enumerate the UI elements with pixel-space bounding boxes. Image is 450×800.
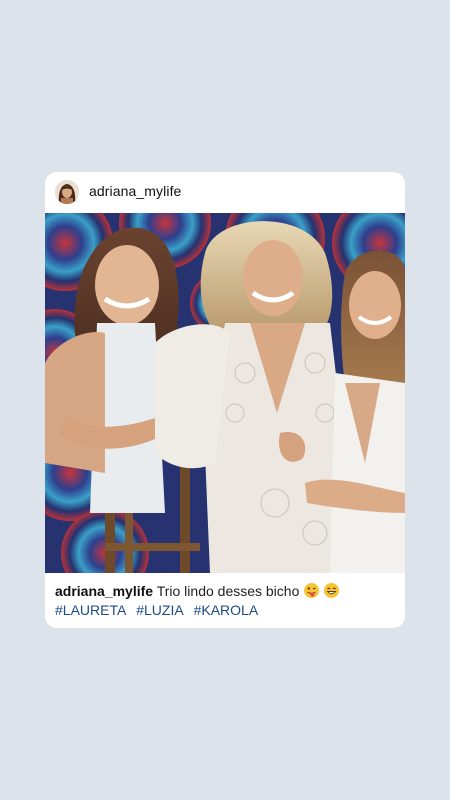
caption-text: Trio lindo desses bicho bbox=[156, 583, 300, 599]
grinning-emoji-icon bbox=[324, 583, 340, 598]
post-username[interactable]: adriana_mylife bbox=[89, 183, 181, 199]
hashtag-link[interactable]: #LUZIA bbox=[136, 602, 183, 618]
tongue-wink-emoji-icon bbox=[304, 583, 320, 598]
post-hashtags: #LAURETA #LUZIA #KAROLA bbox=[55, 600, 262, 620]
post-photo[interactable] bbox=[45, 177, 405, 597]
photo-image bbox=[45, 177, 405, 597]
hashtag-link[interactable]: #KAROLA bbox=[194, 602, 259, 618]
caption-username[interactable]: adriana_mylife bbox=[55, 583, 153, 599]
profile-avatar[interactable] bbox=[55, 180, 79, 204]
post-caption: adriana_mylife Trio lindo desses bicho bbox=[55, 581, 399, 601]
hashtag-link[interactable]: #LAURETA bbox=[55, 602, 126, 618]
post-header: adriana_mylife bbox=[45, 172, 405, 213]
post-card: adriana_mylife adriana_mylife Trio lindo… bbox=[45, 172, 405, 628]
avatar-image bbox=[55, 180, 79, 204]
